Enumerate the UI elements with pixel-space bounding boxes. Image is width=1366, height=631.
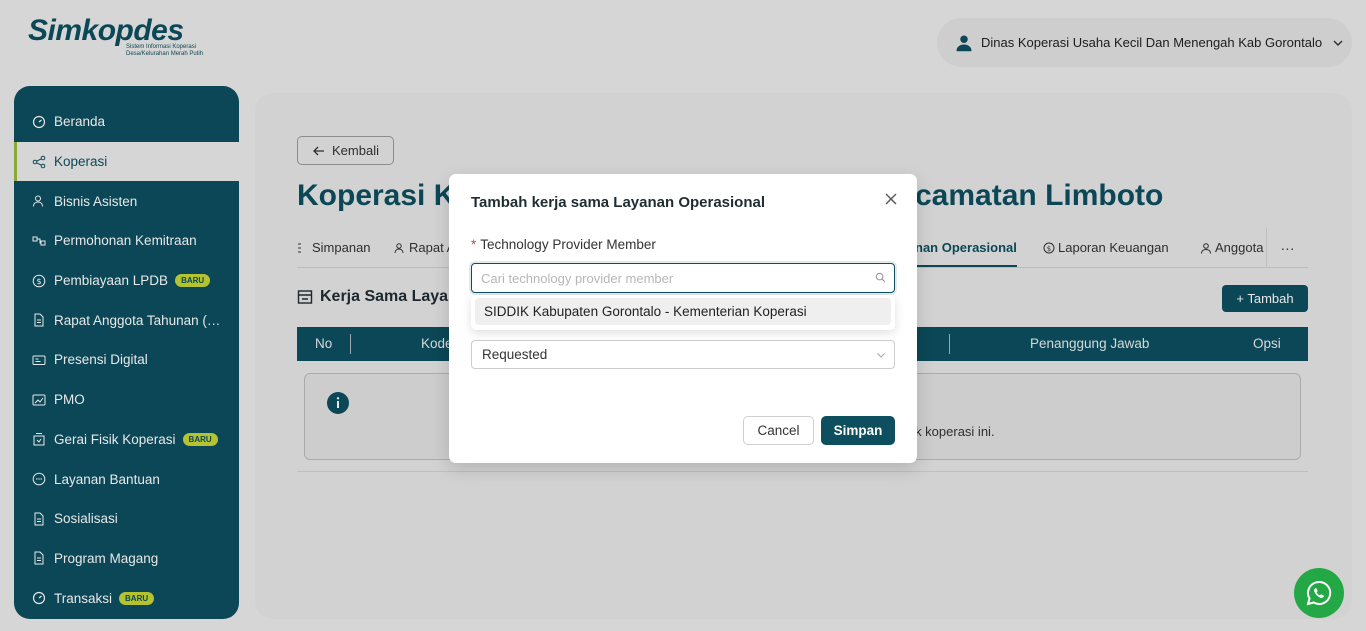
save-button[interactable]: Simpan: [821, 416, 895, 445]
status-select[interactable]: Requested: [471, 340, 895, 369]
whatsapp-button[interactable]: [1294, 568, 1344, 618]
provider-dropdown: SIDDIK Kabupaten Gorontalo - Kementerian…: [471, 295, 895, 330]
status-value: Requested: [482, 347, 548, 362]
close-icon[interactable]: [883, 191, 899, 207]
cancel-button[interactable]: Cancel: [743, 416, 814, 445]
field-label: * Technology Provider Member: [471, 237, 656, 252]
technology-provider-search-input[interactable]: [471, 263, 895, 293]
required-marker: *: [471, 237, 477, 252]
chevron-down-icon: [877, 353, 885, 358]
whatsapp-icon: [1306, 580, 1332, 606]
dropdown-option[interactable]: SIDDIK Kabupaten Gorontalo - Kementerian…: [475, 298, 891, 325]
modal-title: Tambah kerja sama Layanan Operasional: [471, 194, 766, 211]
search-icon: [875, 272, 886, 283]
add-partnership-modal: Tambah kerja sama Layanan Operasional * T…: [449, 174, 917, 463]
